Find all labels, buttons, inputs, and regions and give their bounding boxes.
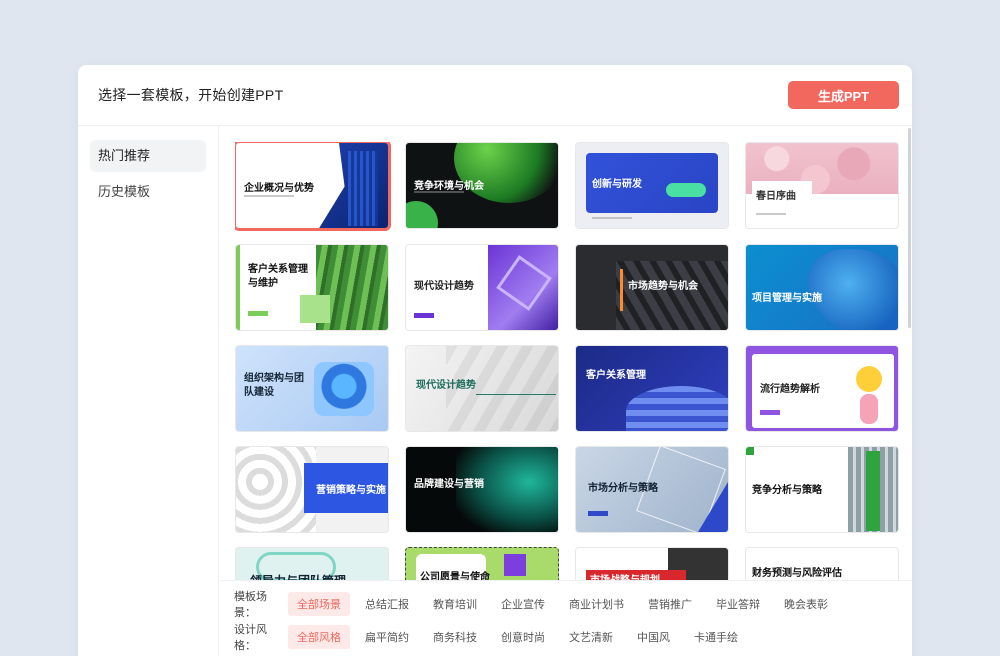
template-card[interactable]: 公司愿景与使命	[405, 547, 559, 580]
template-card[interactable]: 春日序曲	[745, 142, 899, 229]
template-card[interactable]: 市场战略与规划	[575, 547, 729, 580]
style-chip-creative[interactable]: 创意时尚	[492, 625, 554, 649]
template-card[interactable]: 品牌建设与营销	[405, 446, 559, 533]
template-title: 财务预测与风险评估	[752, 568, 842, 579]
scene-chip-defense[interactable]: 毕业答辩	[707, 592, 769, 616]
scene-chip-education[interactable]: 教育培训	[424, 592, 486, 616]
scene-chip-business-plan[interactable]: 商业计划书	[560, 592, 633, 616]
template-title: 品牌建设与营销	[414, 479, 484, 490]
style-chip-tech[interactable]: 商务科技	[424, 625, 486, 649]
template-title: 项目管理与实施	[752, 293, 822, 304]
template-card[interactable]: 流行趋势解析	[745, 345, 899, 432]
generate-ppt-button[interactable]: 生成PPT	[788, 81, 899, 109]
template-title: 春日序曲	[756, 191, 796, 202]
template-title: 客户关系管理与维护	[248, 264, 308, 289]
sidebar-item-history[interactable]: 历史模板	[90, 176, 206, 208]
template-card[interactable]: 领导力与团队管理	[235, 547, 389, 580]
template-title: 营销策略与实施	[316, 485, 386, 496]
dialog-header: 选择一套模板，开始创建PPT 生成PPT	[78, 65, 912, 126]
filter-panel: 模板场景： 全部场景 总结汇报 教育培训 企业宣传 商业计划书 营销推广 毕业答…	[220, 580, 912, 656]
template-card[interactable]: 竞争环境与机会	[405, 142, 559, 229]
template-title: 市场分析与策略	[588, 483, 658, 494]
template-title: 现代设计趋势	[416, 380, 476, 391]
template-title: 客户关系管理	[586, 370, 646, 381]
template-card[interactable]: 财务预测与风险评估	[745, 547, 899, 580]
scene-chip-corporate[interactable]: 企业宣传	[492, 592, 554, 616]
sidebar-item-hot[interactable]: 热门推荐	[90, 140, 206, 172]
scene-chip-all[interactable]: 全部场景	[288, 591, 350, 616]
template-dialog: 选择一套模板，开始创建PPT 生成PPT 热门推荐 历史模板 企业概况与优势 竞…	[78, 65, 912, 656]
template-title: 竞争分析与策略	[752, 485, 822, 496]
template-title: 创新与研发	[592, 179, 642, 190]
template-title: 现代设计趋势	[414, 281, 474, 292]
scene-chip-marketing[interactable]: 营销推广	[639, 592, 701, 616]
template-card[interactable]: 现代设计趋势	[405, 244, 559, 331]
template-title: 企业概况与优势	[244, 183, 314, 194]
template-card[interactable]: 市场趋势与机会	[575, 244, 729, 331]
style-chip-cartoon[interactable]: 卡通手绘	[685, 625, 747, 649]
sidebar: 热门推荐 历史模板	[78, 126, 219, 656]
scene-filter-row: 模板场景： 全部场景 总结汇报 教育培训 企业宣传 商业计划书 营销推广 毕业答…	[234, 587, 912, 620]
template-card[interactable]: 市场分析与策略	[575, 446, 729, 533]
scene-chip-gala[interactable]: 晚会表彰	[775, 592, 837, 616]
template-title: 组织架构与团队建设	[244, 373, 304, 398]
template-card[interactable]: 客户关系管理	[575, 345, 729, 432]
template-card[interactable]: 竞争分析与策略	[745, 446, 899, 533]
style-chip-flat[interactable]: 扁平简约	[356, 625, 418, 649]
template-title: 公司愿景与使命	[420, 572, 490, 580]
template-card[interactable]: 创新与研发	[575, 142, 729, 229]
template-card[interactable]: 项目管理与实施	[745, 244, 899, 331]
style-filter-row: 设计风格： 全部风格 扁平简约 商务科技 创意时尚 文艺清新 中国风 卡通手绘	[234, 620, 912, 653]
dialog-title: 选择一套模板，开始创建PPT	[98, 87, 284, 103]
template-title: 流行趋势解析	[760, 384, 820, 395]
style-filter-label: 设计风格：	[234, 623, 267, 652]
scrollbar[interactable]	[908, 128, 911, 328]
template-card[interactable]: 营销策略与实施	[235, 446, 389, 533]
template-title: 市场战略与规划	[590, 571, 660, 580]
template-title: 领导力与团队管理	[250, 572, 346, 580]
template-card[interactable]: 企业概况与优势	[235, 142, 391, 231]
scene-filter-label: 模板场景：	[234, 590, 267, 619]
template-card[interactable]: 现代设计趋势	[405, 345, 559, 432]
template-card[interactable]: 组织架构与团队建设	[235, 345, 389, 432]
style-chip-fresh[interactable]: 文艺清新	[560, 625, 622, 649]
style-chip-all[interactable]: 全部风格	[288, 624, 350, 649]
scene-chip-summary[interactable]: 总结汇报	[356, 592, 418, 616]
template-card[interactable]: 客户关系管理与维护	[235, 244, 389, 331]
style-chip-chinese[interactable]: 中国风	[628, 625, 679, 649]
template-title: 竞争环境与机会	[414, 181, 484, 192]
template-grid: 企业概况与优势 竞争环境与机会 创新与研发 春日序曲 客户关系管理与维护 现代设…	[235, 142, 901, 580]
template-title: 市场趋势与机会	[628, 281, 698, 292]
